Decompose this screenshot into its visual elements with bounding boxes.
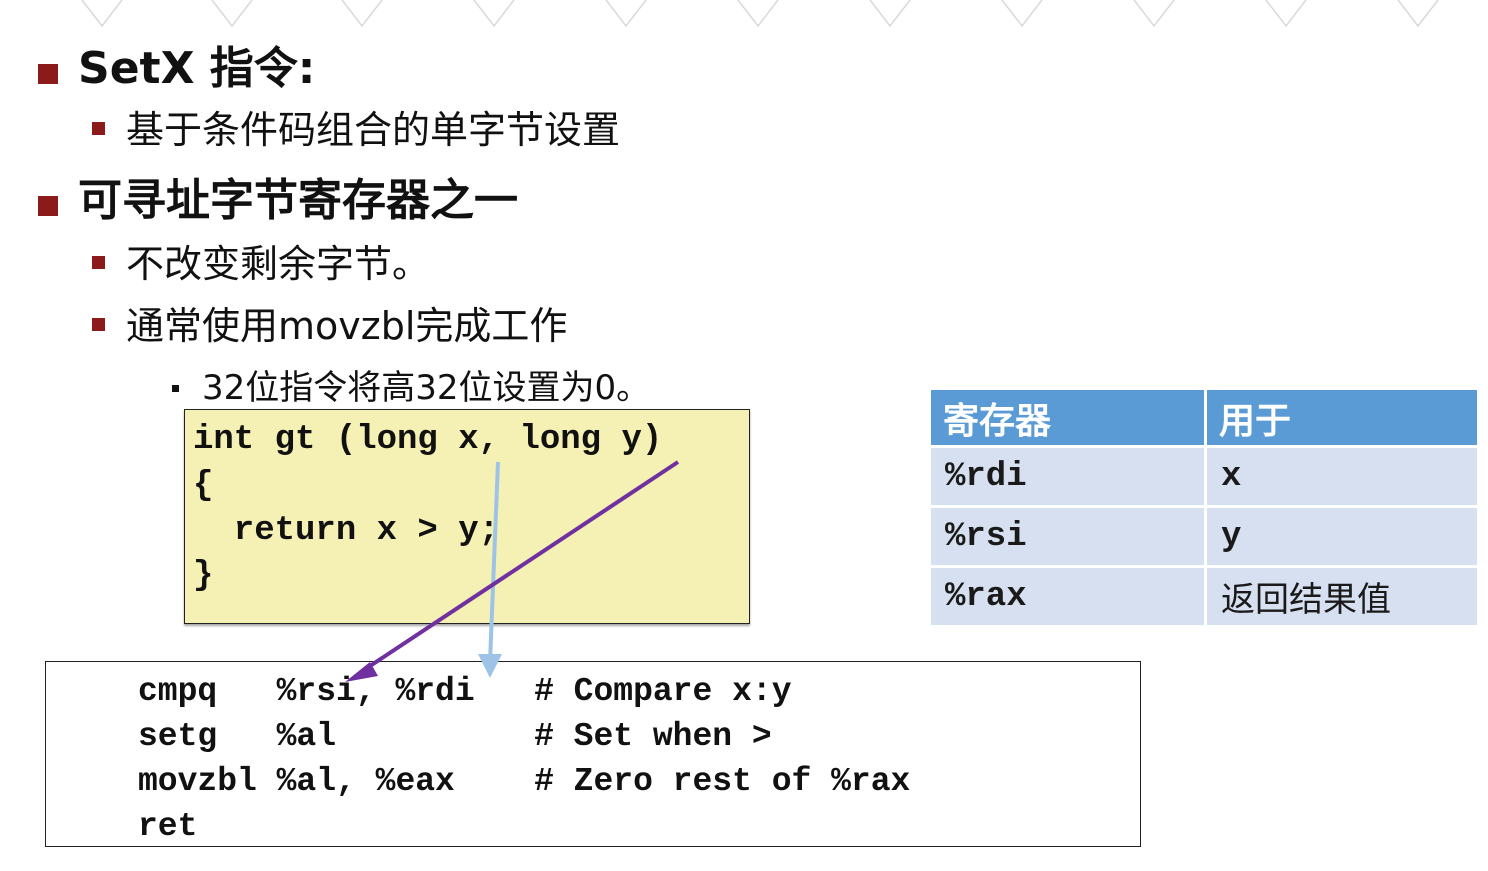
register-usage: 返回结果值 bbox=[1204, 565, 1480, 628]
register-usage-table: 寄存器 用于 %rdi x %rsi y %rax 返回结果值 bbox=[928, 387, 1480, 628]
c-code-line: } bbox=[193, 557, 214, 595]
bullet-square-icon bbox=[38, 196, 58, 216]
register-note-1: 不改变剩余字节。 bbox=[126, 242, 431, 286]
heading-byte-registers: 可寻址字节寄存器之一 bbox=[78, 175, 518, 226]
asm-line-setg: setg %al # Set when > bbox=[138, 718, 772, 755]
heading-setx: SetX 指令: bbox=[78, 43, 316, 94]
register-note-2: 通常使用movzbl完成工作 bbox=[126, 304, 568, 348]
register-usage: x bbox=[1204, 445, 1480, 508]
c-code-line: { bbox=[193, 467, 214, 505]
c-code-line: return x > y; bbox=[193, 512, 500, 550]
header-register: 寄存器 bbox=[928, 387, 1207, 448]
register-note-3: 32位指令将高32位设置为0。 bbox=[202, 368, 651, 408]
register-usage: y bbox=[1204, 505, 1480, 568]
register-name: %rsi bbox=[928, 505, 1207, 568]
setx-description: 基于条件码组合的单字节设置 bbox=[126, 108, 621, 152]
register-name: %rdi bbox=[928, 445, 1207, 508]
bullet-square-icon bbox=[172, 385, 179, 392]
table-header-row: 寄存器 用于 bbox=[928, 387, 1480, 448]
asm-line-movzbl: movzbl %al, %eax # Zero rest of %rax bbox=[138, 763, 911, 800]
asm-line-ret: ret bbox=[138, 808, 198, 845]
bullet-square-icon bbox=[92, 318, 105, 331]
bullet-square-icon bbox=[92, 256, 105, 269]
table-row: %rdi x bbox=[928, 445, 1480, 508]
register-name: %rax bbox=[928, 565, 1207, 628]
assembly-code-box: cmpq %rsi, %rdi # Compare x:y setg %al #… bbox=[45, 661, 1141, 847]
table-row: %rax 返回结果值 bbox=[928, 565, 1480, 628]
table-row: %rsi y bbox=[928, 505, 1480, 568]
bullet-square-icon bbox=[92, 122, 105, 135]
bullet-square-icon bbox=[38, 64, 58, 84]
header-usage: 用于 bbox=[1204, 387, 1480, 448]
decorative-chevron-band bbox=[81, 0, 1439, 28]
c-code-box: int gt (long x, long y) { return x > y; … bbox=[184, 409, 750, 624]
asm-line-cmpq: cmpq %rsi, %rdi # Compare x:y bbox=[138, 673, 792, 710]
c-code-line: int gt (long x, long y) bbox=[193, 421, 663, 459]
